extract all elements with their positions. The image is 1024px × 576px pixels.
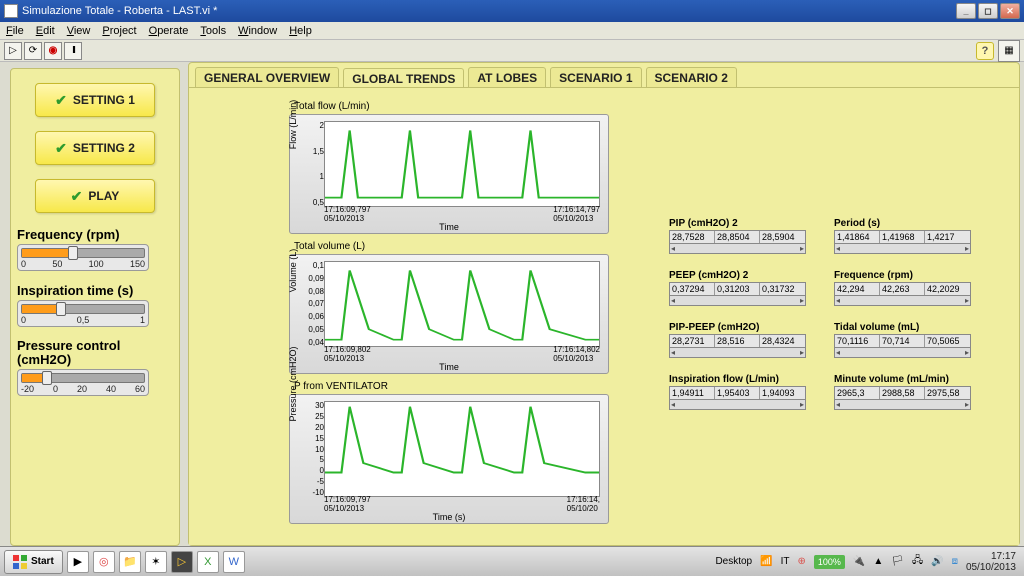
readout-frequence: Frequence (rpm) 42,29442,26342,2029 ◂▸ [834, 270, 971, 306]
taskbar-labview[interactable]: ▷ [171, 551, 193, 573]
window-title: Simulazione Totale - Roberta - LAST.vi * [22, 5, 217, 17]
volume-icon[interactable]: 🔊 [931, 556, 943, 567]
menu-view[interactable]: View [67, 25, 91, 37]
window-titlebar: Simulazione Totale - Roberta - LAST.vi *… [0, 0, 1024, 22]
scrollbar[interactable]: ◂▸ [669, 400, 806, 410]
check-icon: ✔ [55, 92, 67, 109]
scrollbar[interactable]: ◂▸ [834, 296, 971, 306]
desktop-label[interactable]: Desktop [715, 556, 752, 567]
menu-edit[interactable]: Edit [36, 25, 55, 37]
tab-scenario-2[interactable]: SCENARIO 2 [646, 67, 737, 89]
battery-indicator[interactable]: 100% [814, 555, 845, 569]
scrollbar[interactable]: ◂▸ [834, 348, 971, 358]
taskbar-excel[interactable]: X [197, 551, 219, 573]
toolbar: ▷ ⟳ ◉ II ? ▦ [0, 40, 1024, 62]
chart-title: Total flow (L/min) [294, 101, 370, 112]
readout-insp-flow: Inspiration flow (L/min) 1,949111,954031… [669, 374, 806, 410]
tab-scenario-1[interactable]: SCENARIO 1 [550, 67, 641, 89]
action-center-icon[interactable]: ⊕ [797, 556, 805, 567]
dropbox-icon[interactable]: ⧈ [952, 556, 958, 567]
pause-button[interactable]: II [64, 42, 82, 60]
insp-label: Inspiration time (s) [17, 283, 173, 298]
menu-bar: File Edit View Project Operate Tools Win… [0, 22, 1024, 40]
run-button[interactable]: ▷ [4, 42, 22, 60]
readout-minute-vol: Minute volume (mL/min) 2965,32988,582975… [834, 374, 971, 410]
setting2-button[interactable]: ✔ SETTING 2 [35, 131, 155, 165]
readout-pip: PIP (cmH2O) 2 28,752828,850428,5904 ◂▸ [669, 218, 806, 254]
scrollbar[interactable]: ◂▸ [834, 244, 971, 254]
menu-help[interactable]: Help [289, 25, 312, 37]
tray-expand-icon[interactable]: ▲ [873, 556, 883, 567]
app-icon [4, 4, 18, 18]
taskbar-explorer[interactable]: 📁 [119, 551, 141, 573]
windows-logo-icon [13, 555, 27, 569]
tab-general-overview[interactable]: GENERAL OVERVIEW [195, 67, 339, 89]
taskbar-chrome[interactable]: ◎ [93, 551, 115, 573]
press-slider[interactable]: -200204060 [17, 369, 149, 396]
taskbar: Start ▶ ◎ 📁 ✶ ▷ X W Desktop 📶 IT ⊕ 100% … [0, 546, 1024, 576]
network-icon[interactable]: 🖧 [912, 553, 923, 570]
run-cont-button[interactable]: ⟳ [24, 42, 42, 60]
scrollbar[interactable]: ◂▸ [834, 400, 971, 410]
tab-at-lobes[interactable]: AT LOBES [468, 67, 546, 89]
readout-pip-peep: PIP-PEEP (cmH2O) 28,273128,51628,4324 ◂▸ [669, 322, 806, 358]
chart-title: Total volume (L) [294, 241, 365, 252]
minimize-button[interactable]: _ [956, 3, 976, 19]
freq-label: Frequency (rpm) [17, 227, 173, 242]
scrollbar[interactable]: ◂▸ [669, 296, 806, 306]
chart-title: P from VENTILATOR [294, 381, 388, 392]
start-button[interactable]: Start [4, 550, 63, 574]
menu-tools[interactable]: Tools [200, 25, 226, 37]
clock[interactable]: 17:1705/10/2013 [966, 551, 1020, 573]
setting1-label: SETTING 1 [73, 93, 135, 107]
check-icon: ✔ [55, 140, 67, 157]
setting1-button[interactable]: ✔ SETTING 1 [35, 83, 155, 117]
maximize-button[interactable]: ◻ [978, 3, 998, 19]
freq-slider[interactable]: 050100150 [17, 244, 149, 271]
control-panel: ✔ SETTING 1 ✔ SETTING 2 ✔ PLAY Frequency (r… [10, 68, 180, 546]
taskbar-app-4[interactable]: ✶ [145, 551, 167, 573]
play-label: PLAY [88, 189, 119, 203]
readout-peep: PEEP (cmH2O) 2 0,372940,312030,31732 ◂▸ [669, 270, 806, 306]
power-icon[interactable]: 🔌 [853, 556, 865, 567]
insp-slider[interactable]: 00,51 [17, 300, 149, 327]
chart-pressure: P from VENTILATOR Pressure (cmH2O) 30252… [289, 394, 609, 524]
check-icon: ✔ [71, 188, 83, 205]
menu-project[interactable]: Project [102, 25, 136, 37]
tray-icon[interactable]: 📶 [760, 556, 772, 567]
setting2-label: SETTING 2 [73, 141, 135, 155]
menu-file[interactable]: File [6, 25, 24, 37]
press-label: Pressure control (cmH2O) [17, 339, 173, 367]
flag-icon[interactable]: 🏳 [891, 556, 904, 567]
scrollbar[interactable]: ◂▸ [669, 244, 806, 254]
chart-total-flow: Total flow (L/min) Flow (L/min) 21,510,5… [289, 114, 609, 234]
taskbar-app-1[interactable]: ▶ [67, 551, 89, 573]
menu-window[interactable]: Window [238, 25, 277, 37]
help-icon[interactable]: ? [976, 42, 994, 60]
play-button[interactable]: ✔ PLAY [35, 179, 155, 213]
chart-total-volume: Total volume (L) Volume (L) 0,10,090,080… [289, 254, 609, 374]
abort-button[interactable]: ◉ [44, 42, 62, 60]
taskbar-word[interactable]: W [223, 551, 245, 573]
close-button[interactable]: ✕ [1000, 3, 1020, 19]
scrollbar[interactable]: ◂▸ [669, 348, 806, 358]
readout-tidal: Tidal volume (mL) 70,111670,71470,5065 ◂… [834, 322, 971, 358]
tab-container: GENERAL OVERVIEW GLOBAL TRENDS AT LOBES … [188, 62, 1020, 546]
vi-icon[interactable]: ▦ [998, 40, 1020, 62]
readout-period: Period (s) 1,418641,419681,4217 ◂▸ [834, 218, 971, 254]
language-indicator[interactable]: IT [781, 556, 790, 567]
menu-operate[interactable]: Operate [149, 25, 189, 37]
